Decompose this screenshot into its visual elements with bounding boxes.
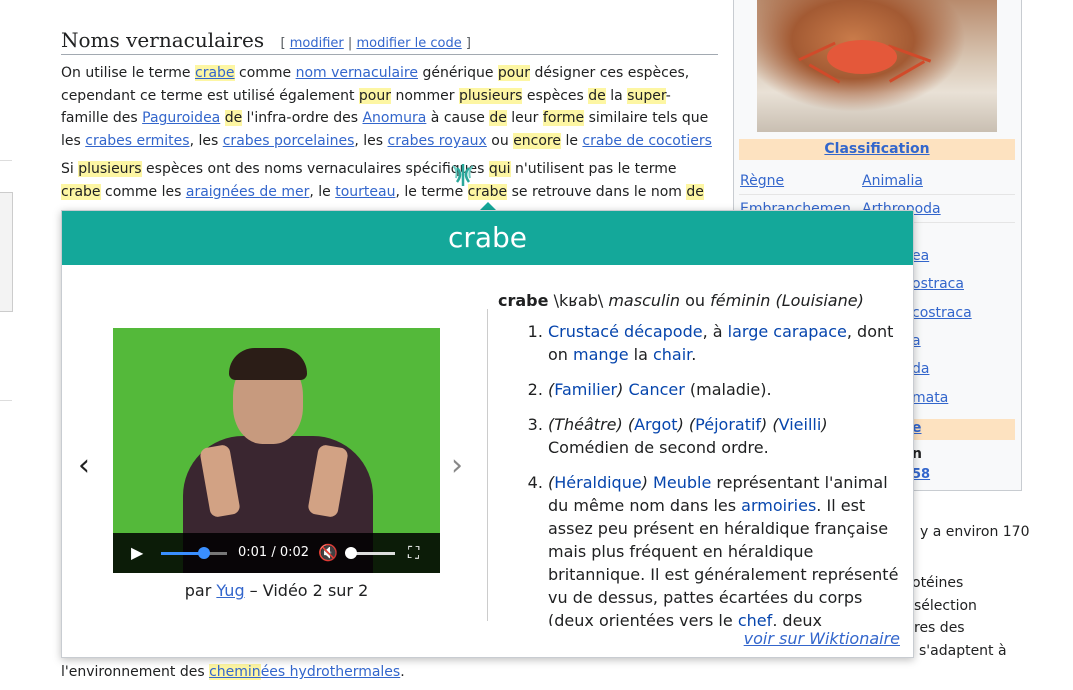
edit-code-link[interactable]: modifier le code (356, 36, 461, 51)
taxo-value[interactable]: mata (912, 390, 948, 406)
classification-header: Classification (739, 139, 1015, 160)
definition-link[interactable]: mange (573, 345, 629, 364)
body-text-fragment: s'adaptent à (919, 643, 1007, 659)
entry-header: crabe \kʁab\ masculin ou féminin (Louisi… (498, 291, 864, 310)
definition-link[interactable]: large carapace (728, 322, 847, 341)
wiktionary-logo-icon (448, 160, 478, 190)
link-tourteau[interactable]: tourteau (335, 184, 395, 200)
wiktionary-link[interactable]: voir sur Wiktionaire (744, 629, 900, 648)
definition-list: Crustacé décapode, à large carapace, don… (498, 320, 903, 626)
definition-text: . Il est assez peu présent en héraldique… (548, 496, 899, 626)
prev-video-arrow-icon[interactable]: ‹ (78, 451, 90, 481)
definition-text: (maladie). (684, 380, 772, 399)
taxo-value[interactable]: da (912, 361, 929, 377)
definition-item: (Héraldique) Meuble représentant l'anima… (548, 471, 903, 626)
mute-icon[interactable]: 🔇 (318, 533, 338, 573)
popup-divider (487, 309, 488, 621)
section-header: Noms vernaculaires [ modifier | modifier… (61, 28, 718, 55)
popup-title: crabe (62, 211, 913, 265)
definition-link[interactable]: chef (738, 611, 772, 626)
taxo-row: Règne Animalia (739, 168, 1015, 195)
link-crabe-de-cocotiers[interactable]: crabe de cocotiers (582, 133, 712, 149)
author-link[interactable]: Yug (216, 581, 244, 600)
video-time: 0:01 / 0:02 (238, 545, 310, 560)
video-controls: ▶ 0:01 / 0:02 🔇 ⛶ (113, 533, 440, 573)
crab-photo[interactable] (757, 0, 997, 132)
body-text-fragment: sélection (914, 598, 977, 614)
edit-section-links: [ modifier | modifier le code ] (280, 36, 471, 51)
fullscreen-icon[interactable]: ⛶ (408, 533, 419, 573)
definition-item: Crustacé décapode, à large carapace, don… (548, 320, 903, 366)
definition-text: , deux (772, 611, 823, 626)
taxo-value[interactable]: ea (912, 248, 929, 264)
link-crabes-royaux[interactable]: crabes royaux (388, 133, 487, 149)
definition-link[interactable]: Crustacé décapode (548, 322, 703, 341)
definition-qualifier: ) (677, 415, 684, 434)
definition-item: (Théâtre) (Argot) (Péjoratif) (Vieilli) … (548, 413, 903, 459)
taxo-value[interactable]: ostraca (912, 276, 964, 292)
video-caption: par Yug – Vidéo 2 sur 2 (184, 581, 369, 600)
play-icon[interactable]: ▶ (131, 533, 143, 573)
next-video-arrow-icon[interactable]: › (451, 451, 463, 481)
definition-link[interactable]: Héraldique (554, 473, 641, 492)
seek-handle[interactable] (198, 547, 210, 559)
left-divider (0, 160, 12, 161)
definition-link[interactable]: Meuble (653, 473, 711, 492)
link-paguroidea[interactable]: Paguroidea (142, 110, 220, 126)
left-divider (0, 400, 12, 401)
definition-link[interactable]: Vieilli (779, 415, 822, 434)
popup-caret (480, 202, 496, 210)
body-text-fragment: res des (914, 620, 965, 636)
definition-qualifier: ) (821, 415, 828, 434)
definition-link[interactable]: Familier (554, 380, 617, 399)
link-anomura[interactable]: Anomura (362, 110, 426, 126)
video-player[interactable]: ▶ 0:01 / 0:02 🔇 ⛶ (113, 328, 440, 573)
definition-item: (Familier) Cancer (maladie). (548, 378, 903, 401)
link-araignees-de-mer[interactable]: araignées de mer (186, 184, 310, 200)
bottom-text: l'environnement des cheminées hydrotherm… (61, 664, 405, 680)
link-crabe[interactable]: crabe (195, 65, 235, 81)
definition-link[interactable]: Cancer (628, 380, 684, 399)
link-crabes-ermites[interactable]: crabes ermites (85, 133, 189, 149)
body-text-fragment: otéines (912, 575, 964, 591)
definition-link[interactable]: Péjoratif (695, 415, 761, 434)
paragraph-noms: On utilise le terme crabe comme nom vern… (61, 65, 712, 150)
volume-handle[interactable] (345, 547, 357, 559)
paragraph-noms-2: Si plusieurs espèces ont des noms vernac… (61, 161, 704, 200)
section-title: Noms vernaculaires (61, 28, 265, 52)
definition-area: crabe \kʁab\ masculin ou féminin (Louisi… (498, 289, 903, 626)
link-cheminees[interactable]: cheminées hydrothermales (209, 664, 400, 680)
body-text-fragment: y a environ 170 (920, 524, 1030, 540)
taxo-value[interactable]: costraca (912, 305, 972, 321)
link-crabes-porcelaines[interactable]: crabes porcelaines (223, 133, 355, 149)
definition-text: Comédien de second ordre. (548, 438, 769, 457)
definition-link[interactable]: Argot (634, 415, 677, 434)
definition-text: . (691, 345, 697, 364)
edit-link[interactable]: modifier (290, 36, 344, 51)
definition-link[interactable]: chair (653, 345, 691, 364)
link-nom-vernaculaire[interactable]: nom vernaculaire (296, 65, 418, 81)
wiktionary-popup: crabe ‹ › ▶ 0:01 / 0:02 🔇 ⛶ par Yug – Vi… (61, 210, 914, 658)
left-panel-fragment (0, 192, 13, 312)
definition-text: , à (702, 322, 728, 341)
definition-link[interactable]: armoiries (741, 496, 816, 515)
definition-text: la (628, 345, 653, 364)
seek-fill (161, 552, 203, 555)
definition-qualifier: (Théâtre) (548, 415, 623, 434)
